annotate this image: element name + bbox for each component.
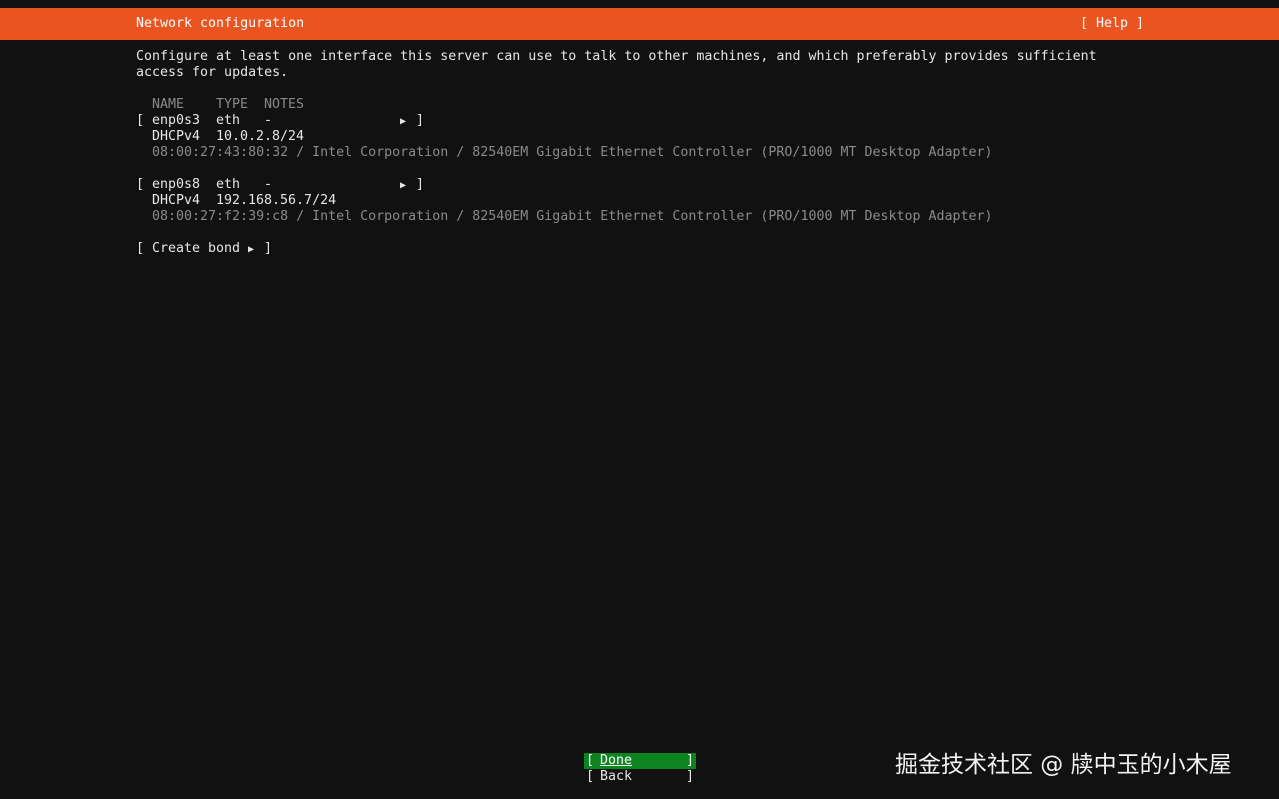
interface-notes: -: [264, 177, 273, 192]
page-title: Network configuration: [136, 16, 305, 31]
ip-address: 192.168.56.7/24: [216, 193, 337, 208]
interface-type: eth: [216, 113, 241, 128]
interface-type: eth: [216, 177, 241, 192]
interface-notes: -: [264, 113, 273, 128]
button-close-bracket: ]: [685, 769, 694, 784]
interface-address-row: DHCPv4 10.0.2.8/24: [136, 129, 536, 145]
row-close-bracket: ]: [416, 113, 425, 128]
done-label: Done: [600, 753, 633, 768]
create-bond-button[interactable]: [ Create bond ▶ ]: [136, 241, 276, 257]
right-triangle-icon: ▶: [400, 180, 407, 191]
button-open-bracket: [: [586, 753, 595, 768]
ip-address: 10.0.2.8/24: [216, 129, 305, 144]
interface-name: enp0s8: [152, 177, 201, 192]
back-label: Back: [600, 769, 633, 784]
right-triangle-icon: ▶: [248, 244, 255, 255]
interface-row-enp0s3[interactable]: [ enp0s3 eth - ▶ ]: [136, 113, 436, 129]
column-header-name: NAME: [152, 97, 185, 112]
description-line-1: Configure at least one interface this se…: [136, 49, 1097, 64]
row-open-bracket: [: [136, 177, 145, 192]
button-open-bracket: [: [136, 241, 145, 256]
interface-name: enp0s3: [152, 113, 201, 128]
address-method: DHCPv4: [152, 193, 201, 208]
hardware-info: 08:00:27:43:80:32 / Intel Corporation / …: [152, 145, 993, 160]
button-close-bracket: ]: [264, 241, 273, 256]
row-open-bracket: [: [136, 113, 145, 128]
done-button[interactable]: [ Done ]: [584, 753, 696, 769]
top-strip: [0, 0, 1279, 8]
interface-address-row: DHCPv4 192.168.56.7/24: [136, 193, 536, 209]
column-header-type: TYPE: [216, 97, 249, 112]
button-close-bracket: ]: [685, 753, 694, 768]
description-line-2: access for updates.: [136, 65, 289, 80]
back-button[interactable]: [ Back ]: [584, 769, 696, 785]
interface-row-enp0s8[interactable]: [ enp0s8 eth - ▶ ]: [136, 177, 436, 193]
table-header: NAME TYPE NOTES: [136, 97, 536, 113]
right-triangle-icon: ▶: [400, 116, 407, 127]
button-open-bracket: [: [586, 769, 595, 784]
create-bond-label: Create bond: [152, 241, 241, 256]
column-header-notes: NOTES: [264, 97, 305, 112]
interface-hardware-row: 08:00:27:f2:39:c8 / Intel Corporation / …: [136, 209, 1136, 225]
help-button[interactable]: [ Help ]: [1080, 16, 1144, 31]
hardware-info: 08:00:27:f2:39:c8 / Intel Corporation / …: [152, 209, 993, 224]
watermark: 掘金技术社区 @ 牍中玉的小木屋: [895, 752, 1232, 778]
header-bar: Network configuration [ Help ]: [0, 8, 1279, 40]
row-close-bracket: ]: [416, 177, 425, 192]
address-method: DHCPv4: [152, 129, 201, 144]
interface-hardware-row: 08:00:27:43:80:32 / Intel Corporation / …: [136, 145, 1136, 161]
